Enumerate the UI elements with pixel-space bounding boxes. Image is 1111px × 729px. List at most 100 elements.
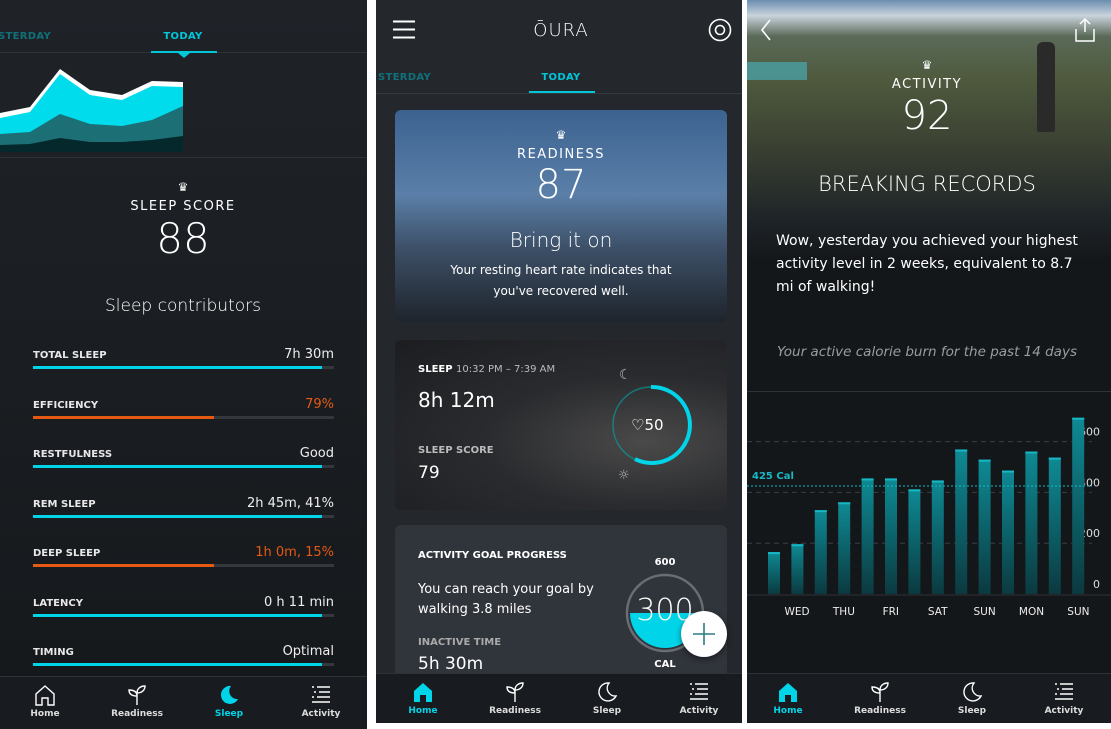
lake [747,62,807,80]
back-chevron-icon[interactable] [759,18,773,42]
ring-icon[interactable] [708,18,732,42]
contributor-bar-fill [33,564,214,567]
contributor-value: 1h 0m, 15% [255,545,334,560]
nav-activity[interactable]: Activity [286,683,356,719]
contributor-bar-fill [33,663,322,666]
contributors-title: Sleep contributors [104,296,262,316]
sleep-card[interactable]: SLEEP 10:32 PM – 7:39 AM 8h 12m SLEEP SC… [395,340,727,510]
bar [861,478,874,594]
heart-icon: ♡ [631,416,645,434]
sleep-score-label: SLEEP SCORE [418,445,494,456]
bar-cap [768,552,780,555]
nav-readiness[interactable]: Readiness [845,680,915,716]
readiness-message-line1: Your resting heart rate indicates that [450,263,672,277]
oura-logo: ŌURA [533,20,589,41]
nav-sleep[interactable]: Sleep [194,683,264,719]
nav-readiness[interactable]: Readiness [102,683,172,719]
nav-home[interactable]: Home [388,680,458,716]
sleep-duration: 8h 12m [418,388,495,412]
bar [1002,470,1014,594]
nav-label: Sleep [214,709,244,719]
contributor-label: LATENCY [33,597,83,609]
nav-label: Home [773,706,803,716]
activity-goal-value: 600 [654,557,676,568]
sleep-screen: STERDAY TODAY ♛ SLEEP SCORE 88 Sleep con… [0,0,367,729]
contributor-value: Optimal [282,644,334,659]
nav-home[interactable]: Home [753,680,823,716]
tab-today[interactable]: TODAY [541,72,580,83]
moon-icon: ☾ [619,367,632,383]
bottom-nav: Home Readiness Sleep Activity [376,673,742,723]
contributor-value: 7h 30m [284,347,334,362]
activity-screen: ♛ ACTIVITY 92 BREAKING RECORDS Wow, yest… [747,0,1111,723]
bar-cap [861,478,874,481]
activity-list-icon [312,686,330,703]
nav-readiness[interactable]: Readiness [480,680,550,716]
sprout-icon [871,682,889,702]
bar [838,502,851,594]
heart-rate-value: 50 [644,416,664,434]
moon-icon [963,682,983,702]
bar-cap [978,459,991,462]
tab-divider [376,93,742,94]
nav-activity[interactable]: Activity [664,680,734,716]
sleep-score-value: 88 [156,214,210,263]
tab-today[interactable]: TODAY [163,31,202,42]
sleep-card-label: SLEEP [418,364,453,375]
contributor-label: TIMING [33,647,74,658]
activity-message-line2: walking 3.8 miles [418,602,532,617]
bottom-nav: Home Readiness Sleep Activity [0,676,367,729]
heart-rate: ♡50 [631,416,664,434]
activity-card[interactable]: ACTIVITY GOAL PROGRESS You can reach you… [395,525,727,685]
bar [978,459,991,594]
bar [768,552,780,594]
activity-headline: BREAKING RECORDS [818,172,1036,196]
home-icon [414,683,432,702]
bar [1048,457,1061,594]
nav-activity[interactable]: Activity [1029,680,1099,716]
nav-label: Readiness [854,706,906,716]
add-button[interactable] [681,611,727,657]
nav-sleep[interactable]: Sleep [572,680,642,716]
bar-cap [814,510,827,513]
bar [908,489,921,594]
bar-cap [791,544,804,547]
bar [1025,451,1038,594]
crown-icon: ♛ [555,128,567,142]
bar-cap [908,489,921,492]
sleep-time-range: 10:32 PM – 7:39 AM [456,364,556,375]
contributor-label: RESTFULNESS [33,449,113,460]
moon-icon [598,682,618,702]
x-tick-label: SUN [973,606,995,618]
contributor-value: 2h 45m, 41% [246,495,334,511]
x-tick-label: MON [1019,606,1044,618]
contributor-bar-track [33,366,334,369]
home-icon [35,685,55,706]
readiness-card[interactable]: ♛ READINESS 87 Bring it on Your resting … [395,110,727,322]
moon-icon [220,685,238,704]
contributor-bar-fill [33,415,214,419]
nav-sleep[interactable]: Sleep [937,680,1007,716]
bar [791,544,804,594]
share-icon[interactable] [1073,17,1097,43]
bar-cap [885,478,897,481]
tab-yesterday[interactable]: STERDAY [378,72,431,83]
activity-goal-title: ACTIVITY GOAL PROGRESS [418,550,567,561]
x-tick-label: FRI [883,606,899,618]
sleep-stage-area-chart [0,69,183,152]
contributor-bar-track [33,663,334,666]
home-screen: ŌURA STERDAY TODAY ♛ READINESS 87 Bring … [376,0,742,723]
nav-home[interactable]: Home [10,683,80,719]
hamburger-menu-icon[interactable] [393,20,415,39]
nav-label: Home [30,709,60,719]
readiness-message-line2: you've recovered well. [493,284,629,298]
sprout-icon [128,685,146,705]
bar-cap [1025,451,1038,454]
tab-yesterday[interactable]: STERDAY [0,31,51,42]
readiness-headline: Bring it on [509,228,613,252]
contributor-value: Good [299,446,334,461]
bar-cap [838,502,851,505]
inactive-time-label: INACTIVE TIME [418,637,502,648]
bar [955,449,968,594]
inactive-time-value: 5h 30m [418,654,484,674]
